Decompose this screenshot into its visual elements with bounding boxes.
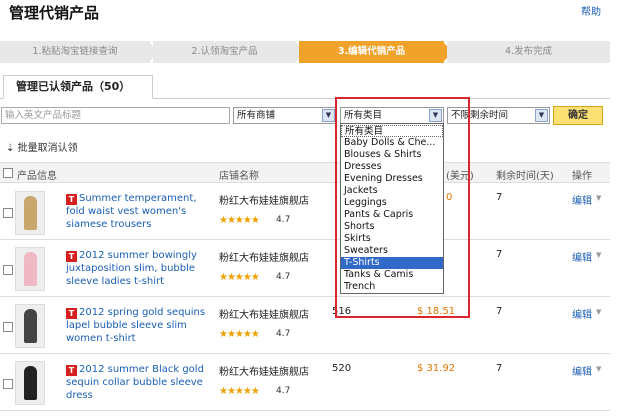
rating-stars: ★★★★★ xyxy=(219,272,260,283)
edit-link[interactable]: 编辑 xyxy=(572,249,592,264)
product-thumbnail[interactable] xyxy=(15,191,45,235)
product-thumbnail[interactable] xyxy=(15,247,45,291)
caret-down-icon[interactable]: ▼ xyxy=(596,365,601,373)
table-header: 产品信息 店铺名称 (美元) 剩余时间(天) 操作 xyxy=(0,162,610,183)
rating-stars: ★★★★★ xyxy=(219,386,260,397)
product-title-link[interactable]: 2012 spring gold sequins lapel bubble sl… xyxy=(66,306,218,345)
table-row: T 2012 spring gold sequins lapel bubble … xyxy=(0,297,610,354)
rating-value: 4.7 xyxy=(276,386,291,396)
product-thumbnail[interactable] xyxy=(15,361,45,405)
shop-select-value: 所有商铺 xyxy=(237,110,276,121)
caret-down-icon[interactable]: ▼ xyxy=(596,194,601,202)
table-row: T Summer temperament, fold waist vest wo… xyxy=(0,183,610,240)
product-title-link[interactable]: 2012 summer bowingly juxtaposition slim,… xyxy=(66,249,218,288)
product-thumbnail[interactable] xyxy=(15,304,45,348)
tab-claimed-products[interactable]: 管理已认领产品（50） xyxy=(3,75,153,99)
search-input[interactable]: 输入英文产品标题 xyxy=(1,107,230,124)
row-checkbox[interactable] xyxy=(3,265,13,275)
select-all-checkbox[interactable] xyxy=(3,168,13,178)
product-figure xyxy=(24,309,37,343)
rating-value: 4.7 xyxy=(276,329,291,339)
rating-stars: ★★★★★ xyxy=(219,329,260,340)
product-title-link[interactable]: Summer temperament, fold waist vest wome… xyxy=(66,192,218,231)
edit-link[interactable]: 编辑 xyxy=(572,363,592,378)
caret-down-icon[interactable]: ▼ xyxy=(596,251,601,259)
page-title: 管理代销产品 xyxy=(9,4,100,22)
arrow-down-icon: ⇣ xyxy=(6,143,15,154)
header-action: 操作 xyxy=(572,171,592,182)
progress-steps: 1.粘贴淘宝链接查询 2.认领淘宝产品 3.编辑代销产品 4.发布完成 xyxy=(0,41,610,63)
table-row: T 2012 summer bowingly juxtaposition sli… xyxy=(0,240,610,297)
shop-name: 粉红大布娃娃旗舰店 xyxy=(219,367,309,378)
header-shop-name: 店铺名称 xyxy=(219,171,259,182)
batch-cancel-button[interactable]: ⇣ 批量取消认领 xyxy=(6,139,78,154)
price-value: $ 31.92 xyxy=(417,363,456,374)
step-2: 2.认领淘宝产品 xyxy=(153,41,296,63)
product-figure xyxy=(24,366,37,400)
table-row: T 2012 summer Black gold sequin collar b… xyxy=(0,354,610,411)
rating-value: 4.7 xyxy=(276,215,291,225)
step-3: 3.编辑代销产品 xyxy=(299,41,444,63)
remaining-days: 7 xyxy=(496,306,503,317)
rating-stars: ★★★★★ xyxy=(219,215,260,226)
product-title-link[interactable]: 2012 summer Black gold sequin collar bub… xyxy=(66,363,218,402)
remaining-days: 7 xyxy=(496,249,503,260)
confirm-button[interactable]: 确定 xyxy=(553,106,603,125)
shop-select[interactable]: 所有商铺 ▼ xyxy=(233,107,337,124)
product-figure xyxy=(24,252,37,286)
shop-name: 粉红大布娃娃旗舰店 xyxy=(219,253,309,264)
step-1: 1.粘贴淘宝链接查询 xyxy=(0,41,150,63)
remaining-days: 7 xyxy=(496,192,503,203)
row-checkbox[interactable] xyxy=(3,322,13,332)
batch-cancel-label: 批量取消认领 xyxy=(17,143,78,154)
shop-name: 粉红大布娃娃旗舰店 xyxy=(219,310,309,321)
remaining-days: 7 xyxy=(496,363,503,374)
product-figure xyxy=(24,196,37,230)
row-checkbox[interactable] xyxy=(3,208,13,218)
step-4: 4.发布完成 xyxy=(447,41,610,63)
quantity-value: 520 xyxy=(332,363,352,374)
header-remaining-time: 剩余时间(天) xyxy=(496,171,554,182)
header-product-info: 产品信息 xyxy=(17,171,57,182)
chevron-down-icon[interactable]: ▼ xyxy=(322,109,335,122)
edit-link[interactable]: 编辑 xyxy=(572,192,592,207)
row-checkbox[interactable] xyxy=(3,379,13,389)
rating-value: 4.7 xyxy=(276,272,291,282)
chevron-down-icon[interactable]: ▼ xyxy=(535,109,548,122)
shop-name: 粉红大布娃娃旗舰店 xyxy=(219,196,309,207)
annotation-highlight-box xyxy=(335,97,470,318)
edit-link[interactable]: 编辑 xyxy=(572,306,592,321)
caret-down-icon[interactable]: ▼ xyxy=(596,308,601,316)
help-link[interactable]: 帮助 xyxy=(581,3,601,18)
